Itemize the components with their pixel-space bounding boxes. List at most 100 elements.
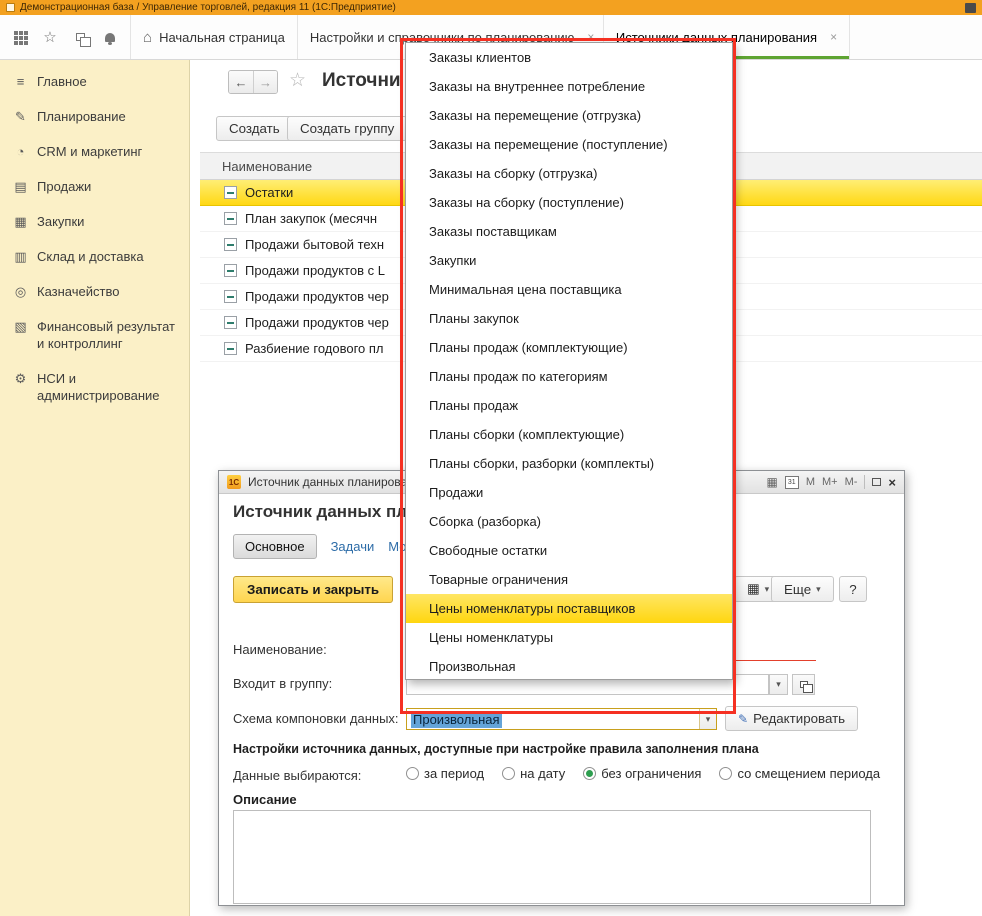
dropdown-option[interactable]: Планы закупок <box>406 304 732 333</box>
maximize-icon[interactable] <box>872 478 881 486</box>
favorites-star-icon[interactable]: ☆ <box>38 25 62 49</box>
save-and-close-button[interactable]: Записать и закрыть <box>233 576 393 603</box>
group-dropdown-button[interactable]: ▾ <box>769 674 788 695</box>
schema-dropdown-list: Заказы клиентов Заказы на внутреннее пот… <box>405 42 733 680</box>
crm-icon: ◔ <box>13 143 28 160</box>
sidebar-item-warehouse[interactable]: ▥Склад и доставка <box>0 239 189 274</box>
dropdown-option[interactable]: Закупки <box>406 246 732 275</box>
dropdown-caret-icon: ▾ <box>776 679 781 690</box>
sidebar-item-planning[interactable]: ✎Планирование <box>0 99 189 134</box>
finance-icon: ▧ <box>13 318 28 335</box>
tab-my-notes[interactable]: Мо <box>388 539 406 554</box>
description-label: Описание <box>233 792 297 807</box>
schema-field-label: Схема компоновки данных: <box>233 711 399 726</box>
favorite-toggle-star-icon[interactable]: ☆ <box>289 69 306 92</box>
list-item-icon <box>224 238 237 251</box>
sidebar-item-administration[interactable]: ⚙НСИ и администрирование <box>0 361 189 413</box>
dropdown-option-highlighted[interactable]: Цены номенклатуры поставщиков <box>406 594 732 623</box>
radio-bez-ogranicheniya[interactable]: без ограничения <box>583 766 701 781</box>
page-title: Источни <box>322 70 401 92</box>
list-item-icon <box>224 316 237 329</box>
dropdown-option[interactable]: Планы сборки, разборки (комплекты) <box>406 449 732 478</box>
purchases-icon: ▦ <box>13 213 28 230</box>
dropdown-option[interactable]: Сборка (разборка) <box>406 507 732 536</box>
dropdown-option[interactable]: Заказы на сборку (отгрузка) <box>406 159 732 188</box>
calendar-icon[interactable]: 31 <box>785 476 799 489</box>
administration-icon: ⚙ <box>13 370 28 387</box>
dropdown-option[interactable]: Заказы на внутреннее потребление <box>406 72 732 101</box>
memory-button-m-plus[interactable]: M+ <box>822 476 838 488</box>
radio-za-period[interactable]: за период <box>406 766 484 781</box>
dropdown-option[interactable]: Заказы на перемещение (поступление) <box>406 130 732 159</box>
dropdown-option[interactable]: Минимальная цена поставщика <box>406 275 732 304</box>
tab-home[interactable]: ⌂ Начальная страница <box>131 15 298 59</box>
window-controls-icon[interactable] <box>965 3 976 13</box>
settings-section-header: Настройки источника данных, доступные пр… <box>233 742 759 756</box>
radio-icon[interactable] <box>502 767 515 780</box>
radio-so-smescheniem[interactable]: со смещением периода <box>719 766 880 781</box>
dropdown-option[interactable]: Товарные ограничения <box>406 565 732 594</box>
dropdown-option[interactable]: Свободные остатки <box>406 536 732 565</box>
dropdown-option[interactable]: Произвольная <box>406 652 732 680</box>
edit-schema-button[interactable]: ✎Редактировать <box>725 706 858 731</box>
window-title: Демонстрационная база / Управление торго… <box>20 2 396 13</box>
memory-button-m[interactable]: M <box>806 476 815 488</box>
forward-button[interactable]: → <box>253 71 277 93</box>
schema-combobox[interactable]: Произвольная ▾ <box>406 708 717 730</box>
planning-icon: ✎ <box>13 108 28 125</box>
window-titlebar: Демонстрационная база / Управление торго… <box>0 0 982 15</box>
dropdown-option[interactable]: Планы продаж по категориям <box>406 362 732 391</box>
sidebar-item-purchases[interactable]: ▦Закупки <box>0 204 189 239</box>
more-button[interactable]: Еще▾ <box>771 576 834 602</box>
sections-menu-icon[interactable] <box>8 25 32 49</box>
create-button[interactable]: Создать <box>216 116 293 141</box>
dropdown-option[interactable]: Продажи <box>406 478 732 507</box>
sidebar-item-finance[interactable]: ▧Финансовый результат и контроллинг <box>0 309 189 361</box>
notifications-bell-icon[interactable] <box>98 25 122 49</box>
form-title: Источник данных пл <box>233 502 407 522</box>
list-item-icon <box>224 186 237 199</box>
tab-general[interactable]: Основное <box>233 534 317 559</box>
dropdown-option[interactable]: Цены номенклатуры <box>406 623 732 652</box>
calculator-icon[interactable]: ▦ <box>766 475 777 489</box>
list-item-icon <box>224 264 237 277</box>
list-item-icon <box>224 290 237 303</box>
sidebar-item-sales[interactable]: ▤Продажи <box>0 169 189 204</box>
divider <box>864 475 865 489</box>
tab-tasks[interactable]: Задачи <box>331 539 375 554</box>
sidebar-item-treasury[interactable]: ◎Казначейство <box>0 274 189 309</box>
treasury-icon: ◎ <box>13 283 28 300</box>
list-item-icon <box>224 342 237 355</box>
group-open-button[interactable] <box>792 674 815 695</box>
radio-na-datu[interactable]: на дату <box>502 766 565 781</box>
dropdown-option[interactable]: Планы сборки (комплектующие) <box>406 420 732 449</box>
memory-button-m-minus[interactable]: M- <box>845 476 858 488</box>
help-button[interactable]: ? <box>839 576 867 602</box>
navigation-buttons: ← → <box>228 70 278 94</box>
dropdown-option[interactable]: Заказы поставщикам <box>406 217 732 246</box>
schema-dropdown-button[interactable]: ▾ <box>699 709 716 729</box>
radio-icon[interactable] <box>719 767 732 780</box>
home-icon: ⌂ <box>143 29 152 46</box>
warehouse-icon: ▥ <box>13 248 28 265</box>
schema-selected-value: Произвольная <box>411 711 502 728</box>
name-field-label: Наименование: <box>233 642 327 657</box>
dropdown-option[interactable]: Заказы клиентов <box>406 43 732 72</box>
dropdown-option[interactable]: Планы продаж <box>406 391 732 420</box>
sidebar-item-main[interactable]: ≡Главное <box>0 64 189 99</box>
create-group-button[interactable]: Создать группу <box>287 116 407 141</box>
tab-close-icon[interactable]: × <box>830 30 837 44</box>
dropdown-option[interactable]: Планы продаж (комплектующие) <box>406 333 732 362</box>
dropdown-option[interactable]: Заказы на сборку (поступление) <box>406 188 732 217</box>
radio-icon-selected[interactable] <box>583 767 596 780</box>
history-icon[interactable] <box>68 25 92 49</box>
sidebar-item-crm[interactable]: ◔CRM и маркетинг <box>0 134 189 169</box>
radio-icon[interactable] <box>406 767 419 780</box>
list-item-icon <box>224 212 237 225</box>
dropdown-option[interactable]: Заказы на перемещение (отгрузка) <box>406 101 732 130</box>
period-radio-group: за период на дату без ограничения со сме… <box>406 766 880 781</box>
description-textarea[interactable] <box>233 810 871 904</box>
grid-icon: ▦ <box>747 581 760 597</box>
close-icon[interactable]: × <box>888 475 896 490</box>
back-button[interactable]: ← <box>229 71 253 93</box>
